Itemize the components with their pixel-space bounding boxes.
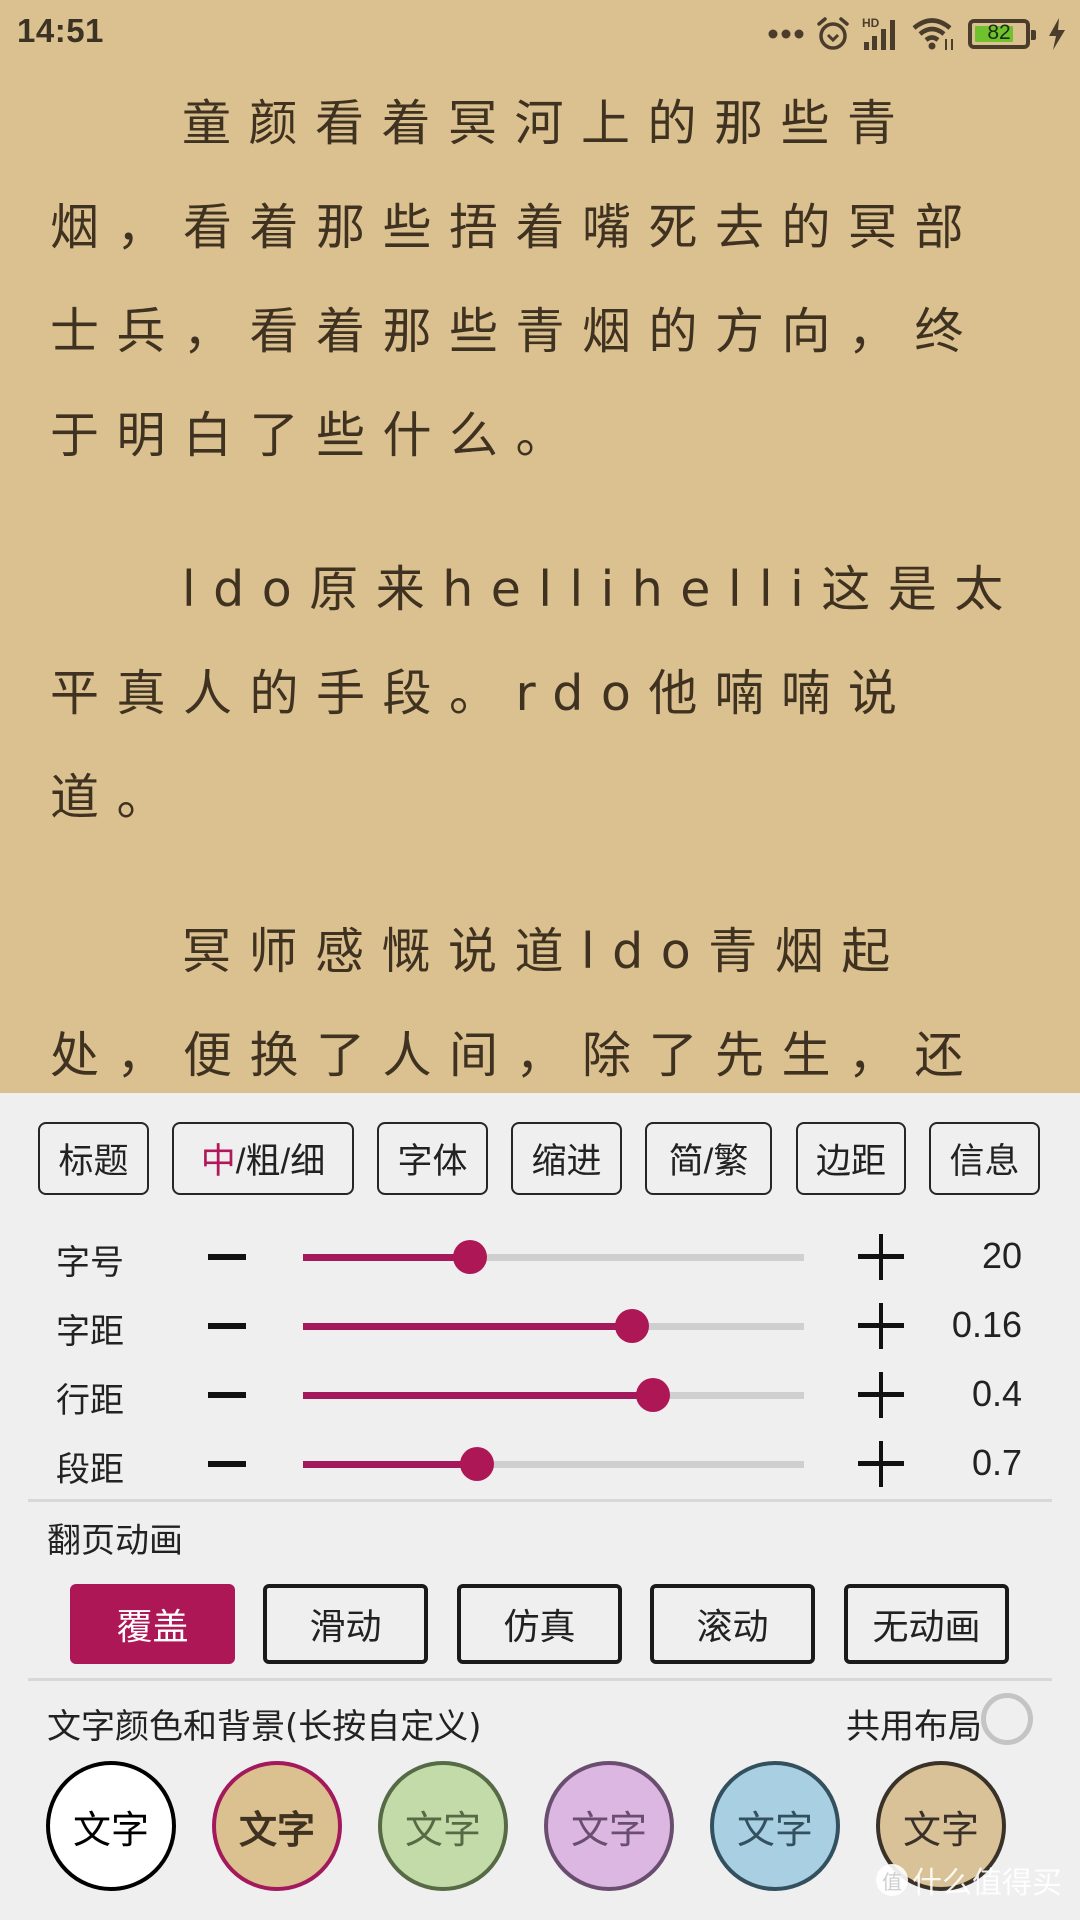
watermark: 值 什么值得买 bbox=[876, 1858, 1062, 1902]
slider-thumb[interactable] bbox=[459, 1447, 494, 1481]
paragraph-spacing-slider[interactable] bbox=[303, 1447, 804, 1481]
hd-signal-icon: HD bbox=[862, 16, 900, 52]
wifi-icon bbox=[912, 17, 956, 51]
font-weight-button[interactable]: 中/粗/细 bbox=[172, 1122, 354, 1195]
anim-slide-button[interactable]: 滑动 bbox=[263, 1584, 428, 1664]
slider-fill bbox=[303, 1461, 477, 1468]
letter-spacing-increase-button[interactable] bbox=[858, 1303, 904, 1349]
font-weight-rest-label: /粗/细 bbox=[235, 1142, 326, 1181]
line-spacing-row: 行距 0.4 bbox=[0, 1365, 1080, 1425]
share-layout-label: 共用布局 bbox=[846, 1707, 982, 1747]
paragraph-spacing-label: 段距 bbox=[56, 1450, 124, 1490]
swatch-label: 文字 bbox=[404, 1807, 481, 1852]
anim-none-button[interactable]: 无动画 bbox=[844, 1584, 1009, 1664]
simplified-traditional-button[interactable]: 简/繁 bbox=[645, 1122, 772, 1195]
swatch-blue[interactable]: 文字 bbox=[710, 1761, 840, 1891]
watermark-logo-icon: 值 bbox=[876, 1864, 908, 1896]
info-button[interactable]: 信息 bbox=[929, 1122, 1040, 1195]
status-bar: 14:51 HD 82 bbox=[0, 0, 1080, 66]
swatch-green[interactable]: 文字 bbox=[378, 1761, 508, 1891]
font-size-decrease-button[interactable] bbox=[208, 1254, 246, 1260]
color-theme-title: 文字颜色和背景(长按自定义) bbox=[47, 1707, 482, 1747]
toolbar: 标题 中/粗/细 字体 缩进 简/繁 边距 信息 bbox=[0, 1122, 1080, 1195]
letter-spacing-decrease-button[interactable] bbox=[208, 1323, 246, 1329]
paragraph-spacing-increase-button[interactable] bbox=[858, 1441, 904, 1487]
slider-thumb[interactable] bbox=[635, 1378, 670, 1412]
letter-spacing-value: 0.16 bbox=[951, 1304, 1022, 1345]
status-time: 14:51 bbox=[17, 12, 104, 49]
slider-fill bbox=[303, 1254, 470, 1261]
more-dots-icon bbox=[768, 28, 804, 40]
typography-settings-panel: 标题 中/粗/细 字体 缩进 简/繁 边距 信息 字号 20 字距 0.16 行… bbox=[0, 1093, 1080, 1920]
slider-thumb[interactable] bbox=[452, 1240, 487, 1274]
line-spacing-increase-button[interactable] bbox=[858, 1372, 904, 1418]
font-weight-medium-label: 中 bbox=[200, 1142, 236, 1181]
page-animation-title: 翻页动画 bbox=[47, 1521, 183, 1561]
paragraph: ldo原来hellihelli这是太平真人的手段。rdo他喃喃说道。 bbox=[50, 561, 1021, 826]
indent-button[interactable]: 缩进 bbox=[511, 1122, 622, 1195]
line-spacing-slider[interactable] bbox=[303, 1378, 804, 1412]
letter-spacing-label: 字距 bbox=[56, 1312, 124, 1352]
anim-scroll-button[interactable]: 滚动 bbox=[650, 1584, 815, 1664]
title-button[interactable]: 标题 bbox=[38, 1122, 149, 1195]
paragraph-spacing-row: 段距 0.7 bbox=[0, 1434, 1080, 1494]
page-animation-options: 覆盖 滑动 仿真 滚动 无动画 bbox=[0, 1584, 1080, 1664]
font-size-label: 字号 bbox=[56, 1243, 124, 1283]
swatch-white[interactable]: 文字 bbox=[46, 1761, 176, 1891]
divider bbox=[28, 1499, 1052, 1502]
line-spacing-value: 0.4 bbox=[971, 1373, 1022, 1414]
line-spacing-label: 行距 bbox=[56, 1381, 124, 1421]
status-icons: HD 82 bbox=[768, 14, 1066, 54]
paragraph-spacing-decrease-button[interactable] bbox=[208, 1461, 246, 1467]
battery-level: 82 bbox=[987, 21, 1011, 44]
font-size-increase-button[interactable] bbox=[858, 1234, 904, 1280]
watermark-text: 什么值得买 bbox=[912, 1866, 1062, 1901]
letter-spacing-slider[interactable] bbox=[303, 1309, 804, 1343]
font-size-row: 字号 20 bbox=[0, 1227, 1080, 1287]
margin-button[interactable]: 边距 bbox=[796, 1122, 906, 1195]
reader-content[interactable]: 童颜看着冥河上的那些青烟，看着那些捂着嘴死去的冥部士兵，看着那些青烟的方向，终于… bbox=[50, 72, 1040, 1212]
font-size-slider[interactable] bbox=[303, 1240, 804, 1274]
swatch-label: 文字 bbox=[570, 1807, 647, 1852]
font-size-value: 20 bbox=[981, 1235, 1022, 1276]
paragraph-spacing-value: 0.7 bbox=[971, 1442, 1022, 1483]
line-spacing-decrease-button[interactable] bbox=[208, 1392, 246, 1398]
divider bbox=[28, 1678, 1052, 1681]
slider-fill bbox=[303, 1392, 653, 1399]
swatch-purple[interactable]: 文字 bbox=[544, 1761, 674, 1891]
share-layout-radio[interactable] bbox=[981, 1693, 1033, 1745]
slider-fill bbox=[303, 1323, 633, 1330]
swatch-label: 文字 bbox=[736, 1807, 813, 1852]
swatch-label: 文字 bbox=[902, 1807, 979, 1852]
charging-bolt-icon bbox=[1048, 18, 1066, 50]
anim-cover-button[interactable]: 覆盖 bbox=[70, 1584, 235, 1664]
letter-spacing-row: 字距 0.16 bbox=[0, 1296, 1080, 1356]
battery-icon: 82 bbox=[968, 19, 1036, 49]
slider-thumb[interactable] bbox=[615, 1309, 650, 1343]
swatch-label: 文字 bbox=[72, 1807, 149, 1852]
paragraph: 童颜看着冥河上的那些青烟，看着那些捂着嘴死去的冥部士兵，看着那些青烟的方向，终于… bbox=[50, 95, 982, 464]
swatch-parchment[interactable]: 文字 bbox=[212, 1761, 342, 1891]
swatch-label: 文字 bbox=[238, 1807, 315, 1852]
svg-text:HD: HD bbox=[862, 16, 880, 30]
alarm-icon bbox=[816, 16, 850, 52]
anim-simulation-button[interactable]: 仿真 bbox=[457, 1584, 622, 1664]
font-button[interactable]: 字体 bbox=[377, 1122, 488, 1195]
